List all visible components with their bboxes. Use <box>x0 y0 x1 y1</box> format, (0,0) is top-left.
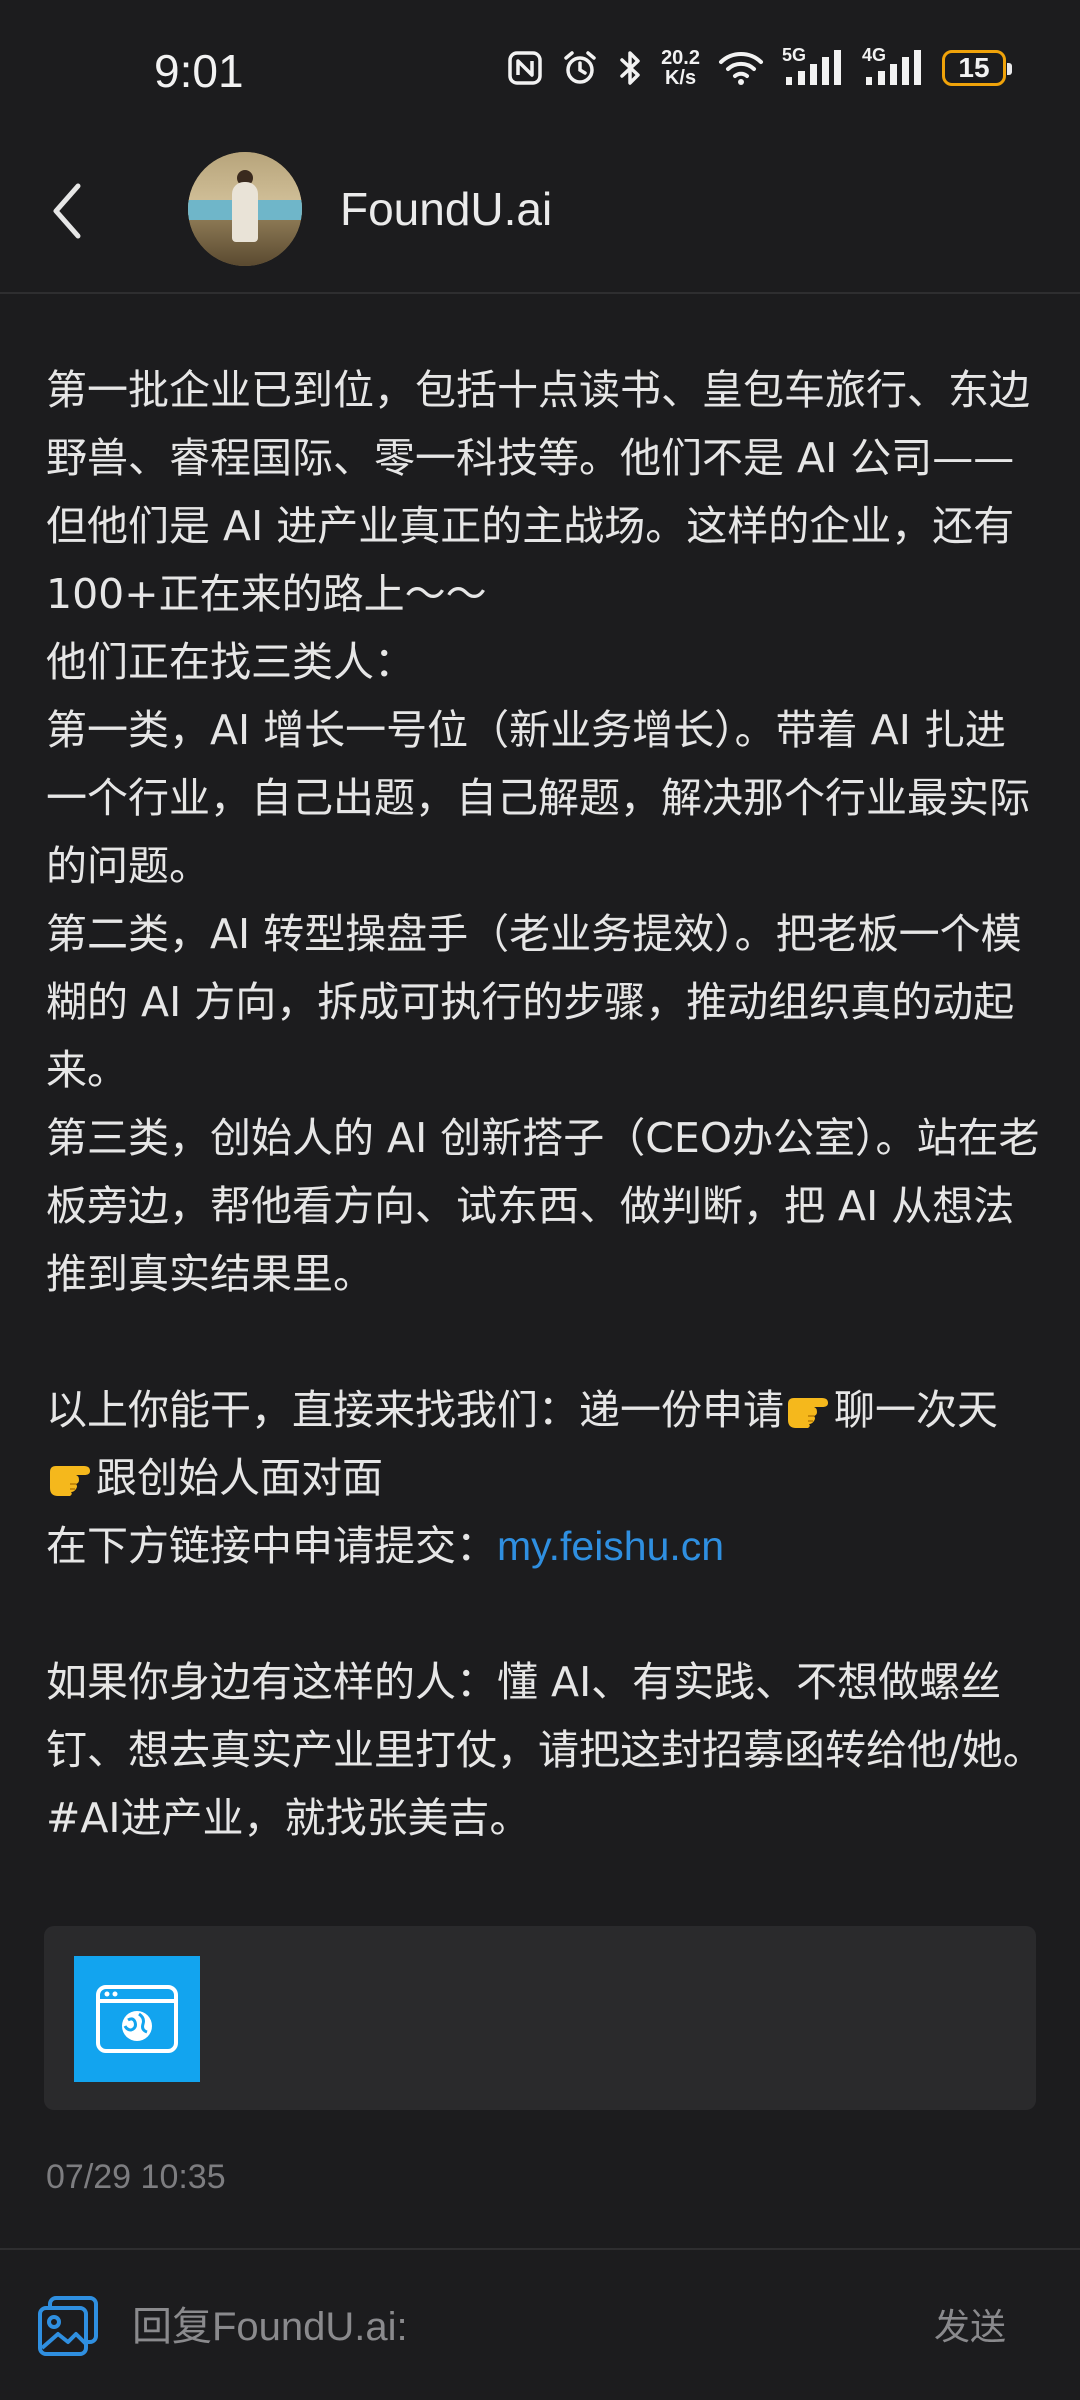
reply-bar: 发送 <box>0 2248 1080 2400</box>
battery-level: 15 <box>958 52 990 83</box>
nfc-icon <box>507 50 543 86</box>
status-icons: 20.2 K/s 5G 4G 15 <box>507 45 1012 88</box>
signal-5g: 5G <box>782 45 844 87</box>
link-preview-card[interactable] <box>44 1926 1036 2110</box>
chevron-left-icon <box>53 183 81 239</box>
message-body: 第一批企业已到位，包括十点读书、皇包车旅行、东边野兽、睿程国际、零一科技等。他们… <box>46 356 1046 1852</box>
signal-5g-label: 5G <box>782 45 807 65</box>
message-timestamp: 07/29 10:35 <box>46 2158 226 2196</box>
signal-4g: 4G <box>862 45 924 87</box>
chat-header: FoundU.ai <box>0 140 1080 294</box>
chat-title: FoundU.ai <box>340 183 553 235</box>
apply-link[interactable]: my.feishu.cn <box>497 1523 724 1569</box>
message-paragraph: 第二类，AI 转型操盘手（老业务提效）。把老板一个模糊的 AI 方向，拆成可执行… <box>46 910 1022 1094</box>
cta-text: 跟创始人面对面 <box>96 1454 383 1502</box>
send-button[interactable]: 发送 <box>934 2298 1006 2350</box>
reply-input[interactable] <box>130 2280 894 2374</box>
image-icon <box>38 2296 98 2356</box>
network-speed: 20.2 K/s <box>661 48 700 88</box>
pointing-hand-icon <box>46 1450 96 1496</box>
cta-text: 聊一次天 <box>834 1386 998 1434</box>
message-paragraph: 第三类，创始人的 AI 创新搭子（CEO办公室）。站在老板旁边，帮他看方向、试东… <box>46 1114 1040 1298</box>
status-bar: 9:01 20.2 K/s 5G 4G 15 <box>0 0 1080 140</box>
bluetooth-icon <box>617 49 643 87</box>
message-cta: 以上你能干，直接来找我们：递一份申请 聊一次天跟创始人面对面 <box>46 1376 1046 1512</box>
network-speed-value: 20.2 <box>661 47 700 69</box>
browser-globe-icon <box>74 1956 200 2082</box>
signal-4g-label: 4G <box>862 45 887 65</box>
apply-prefix: 在下方链接中申请提交： <box>46 1522 497 1570</box>
hashtag-text: #AI进产业，就找张美吉。 <box>46 1794 531 1842</box>
referral-text: 如果你身边有这样的人：懂 AI、有实践、不想做螺丝钉、想去真实产业里打仗，请把这… <box>46 1658 1044 1774</box>
apply-line: 在下方链接中申请提交：my.feishu.cn <box>46 1512 1046 1580</box>
network-speed-unit: K/s <box>664 67 697 89</box>
avatar[interactable] <box>188 152 302 266</box>
wifi-icon <box>718 50 764 86</box>
message-paragraph: 第一批企业已到位，包括十点读书、皇包车旅行、东边野兽、睿程国际、零一科技等。他们… <box>46 366 1030 618</box>
cta-text: 以上你能干，直接来找我们：递一份申请 <box>46 1386 784 1434</box>
pointing-hand-icon <box>784 1382 834 1428</box>
message-paragraph: 他们正在找三类人： <box>46 638 415 686</box>
alarm-icon <box>561 49 599 87</box>
message-paragraph: 第一类，AI 增长一号位（新业务增长）。带着 AI 扎进一个行业，自己出题，自己… <box>46 706 1030 890</box>
back-button[interactable] <box>42 176 102 246</box>
battery-icon: 15 <box>942 50 1012 86</box>
status-time: 9:01 <box>154 45 244 97</box>
image-picker-button[interactable] <box>36 2294 100 2358</box>
